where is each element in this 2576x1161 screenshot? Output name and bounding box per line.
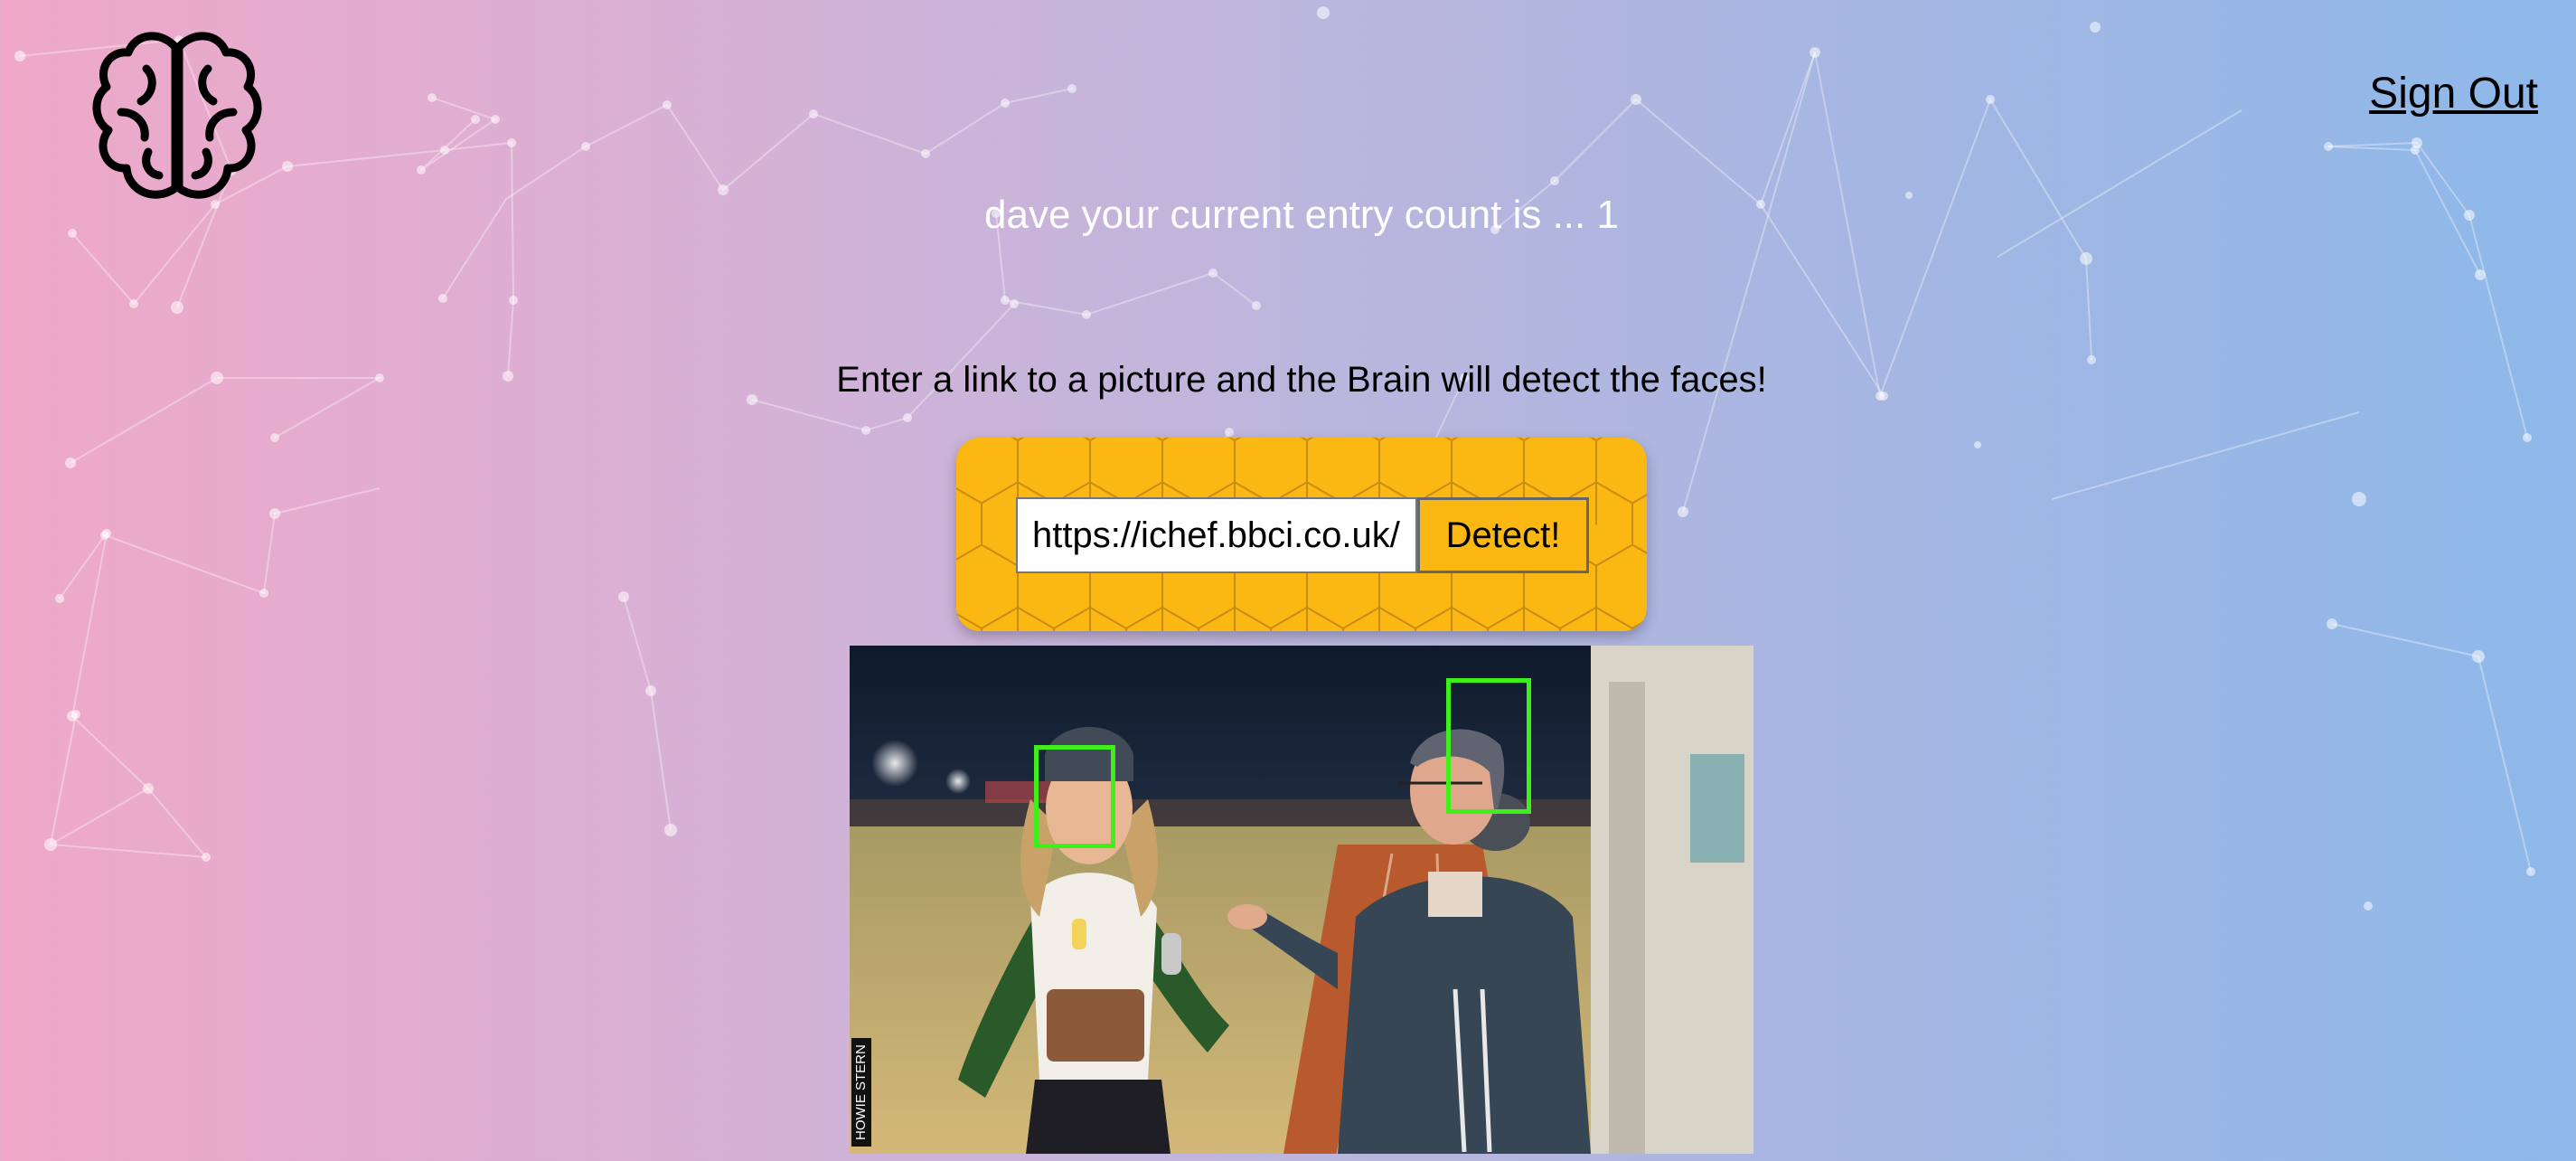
face-box xyxy=(1034,745,1115,848)
face-box xyxy=(1446,678,1531,814)
entry-count-message: dave your current entry count is ... 1 xyxy=(984,193,1619,237)
sign-out-link[interactable]: Sign Out xyxy=(2369,69,2538,118)
brain-logo xyxy=(89,25,266,212)
image-link-form: https://ichef.bbci.co.uk/ Detect! xyxy=(956,438,1647,631)
runner-photo xyxy=(850,646,1753,1154)
detected-image: HOWIE STERN xyxy=(850,646,1753,1154)
entry-count-message-wrap: dave your current entry count is ... 1 xyxy=(0,193,2576,238)
detect-button[interactable]: Detect! xyxy=(1417,497,1589,573)
brain-icon xyxy=(92,32,262,199)
image-url-input[interactable]: https://ichef.bbci.co.uk/ xyxy=(1016,497,1417,573)
photo-credit: HOWIE STERN xyxy=(851,1038,871,1147)
instructions-text: Enter a link to a picture and the Brain … xyxy=(836,360,1767,400)
